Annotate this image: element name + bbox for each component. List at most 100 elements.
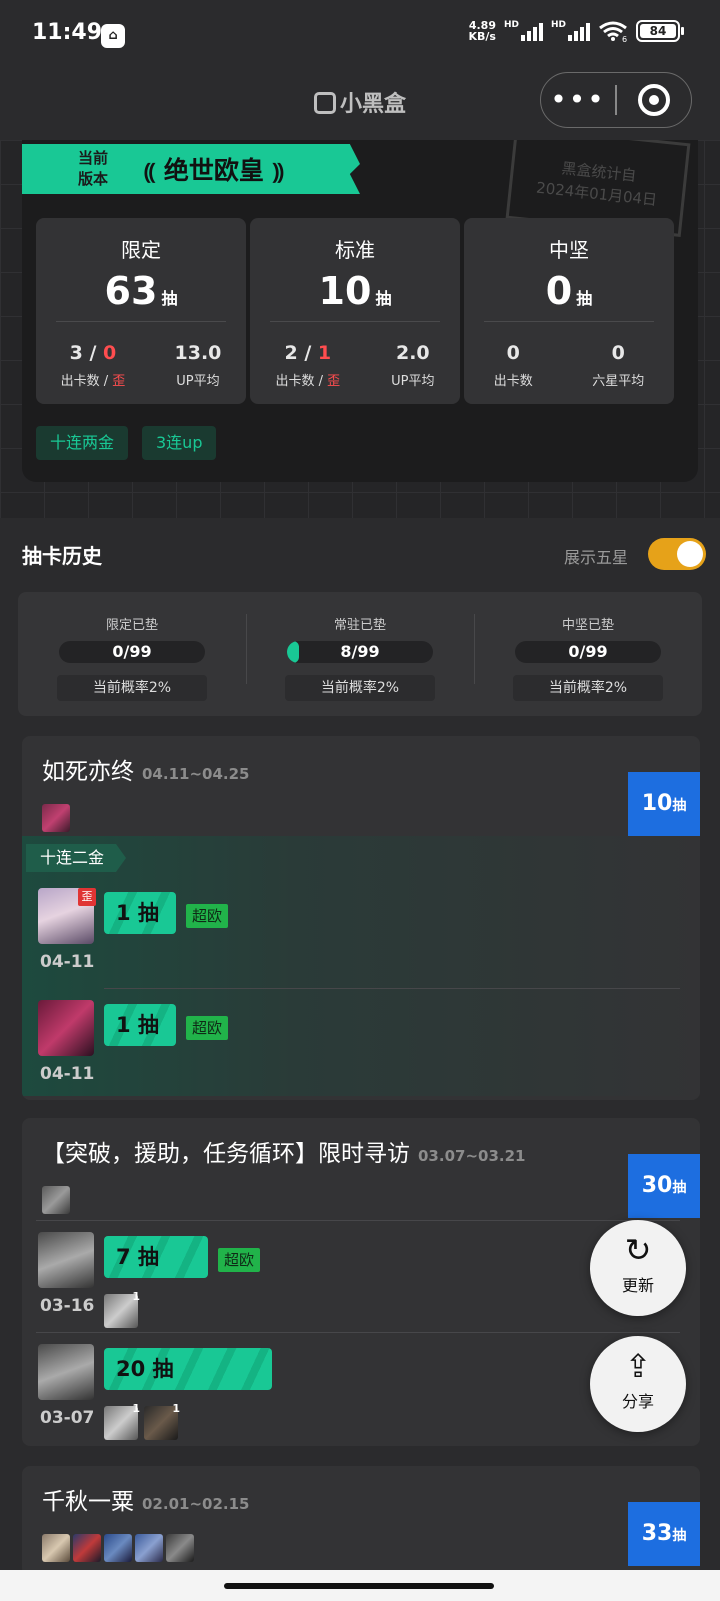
- divider: [56, 321, 226, 322]
- pool-pull-count: 10抽: [628, 772, 700, 836]
- divider: [484, 321, 654, 322]
- stat-obtained: 2 / 1 出卡数 / 歪: [275, 342, 341, 389]
- hd-label-1: HD: [503, 20, 519, 30]
- off-banner-badge: 歪: [78, 888, 96, 906]
- summary-card: 黑盒统计自 2024年01月04日 当前 版本 ⸨ 绝世欧皇 ⸩ 限定 63 抽 …: [22, 140, 698, 482]
- pull-date: 04-11: [40, 952, 95, 972]
- pull-date: 03-16: [40, 1296, 95, 1316]
- divider: [36, 1332, 680, 1333]
- character-thumb: [42, 804, 70, 832]
- five-star-list: 1: [104, 1290, 140, 1328]
- pity-core: 中坚已垫 0/99 当前概率2%: [474, 592, 702, 716]
- stat-count: 0抽: [545, 269, 593, 313]
- character-thumb: [104, 1534, 132, 1562]
- achievement-tag: 十连两金: [36, 426, 129, 460]
- character-avatar: [38, 1344, 94, 1400]
- stat-up-average: 13.0 UP平均: [174, 342, 222, 389]
- status-indicators: 4.89 KB/s HD HD 6 84: [468, 19, 684, 43]
- pool-title: 如死亦终 04.11~04.25: [42, 759, 250, 785]
- ten-pull-tag: 十连二金: [26, 844, 127, 872]
- pity-progress-bar: 8/99: [287, 641, 433, 663]
- stat-card-core: 中坚 0抽 0 出卡数 0 六星平均: [464, 218, 674, 404]
- pull-date: 04-11: [40, 1064, 95, 1084]
- pity-progress-bar: 0/99: [515, 641, 661, 663]
- summary-section: 黑盒统计自 2024年01月04日 当前 版本 ⸨ 绝世欧皇 ⸩ 限定 63 抽 …: [0, 140, 720, 518]
- pull-count-bar: 20 抽: [104, 1348, 272, 1390]
- heybox-app-icon: ⌂: [101, 24, 125, 48]
- status-bar: 11:49 ⌂ 4.89 KB/s HD HD 6 84: [0, 0, 720, 64]
- stat-six-star-average: 0 六星平均: [592, 342, 645, 389]
- character-thumb: [42, 1534, 70, 1562]
- target-icon: [637, 84, 670, 116]
- stat-count: 63 抽: [104, 269, 178, 313]
- five-star-thumb: 1: [104, 1402, 140, 1440]
- pull-count-bar: 7 抽: [104, 1236, 208, 1278]
- pull-date: 03-07: [40, 1408, 95, 1428]
- divider: [104, 988, 680, 989]
- luck-rank-title: ⸨ 绝世欧皇 ⸩: [144, 156, 284, 185]
- five-star-list: 1 1: [104, 1402, 180, 1440]
- signal-icon: [520, 21, 543, 41]
- stat-card-standard: 标准 10 抽 2 / 1 出卡数 / 歪 2.0 UP平均: [250, 218, 460, 404]
- character-thumb: [135, 1534, 163, 1562]
- character-thumb: [42, 1186, 70, 1214]
- stat-obtained: 3 / 0 出卡数 / 歪: [60, 342, 126, 389]
- show-five-star-label: 展示五星: [563, 548, 628, 567]
- ten-pull-section: 十连二金 歪 1 抽 超欧 04-11 1 抽 超欧 04-11: [22, 836, 700, 1096]
- pool-pull-count: 30抽: [628, 1154, 700, 1218]
- stat-up-average: 2.0 UP平均: [391, 342, 435, 389]
- pity-limited: 限定已垫 0/99 当前概率2%: [18, 592, 246, 716]
- show-five-star-toggle[interactable]: [648, 538, 706, 570]
- pool-pull-count: 33抽: [628, 1502, 700, 1566]
- battery-level: 84: [640, 24, 676, 38]
- character-thumb: [166, 1534, 194, 1562]
- history-title: 抽卡历史: [22, 544, 102, 568]
- divider: [36, 1220, 680, 1221]
- divider: [270, 321, 440, 322]
- share-button[interactable]: ⇪ 分享: [590, 1336, 686, 1432]
- luck-badge: 超欧: [218, 1248, 261, 1272]
- pull-entry: 歪 1 抽 超欧 04-11: [22, 876, 700, 988]
- character-avatar: [38, 1000, 94, 1056]
- version-banner: 当前 版本 ⸨ 绝世欧皇 ⸩: [22, 144, 360, 194]
- signal-icon-2: [568, 21, 590, 41]
- laurel-left-icon: ⸨: [144, 160, 156, 185]
- svg-text:6: 6: [622, 35, 627, 42]
- miniprogram-capsule: •••: [540, 72, 692, 128]
- luck-badge: 超欧: [186, 1016, 229, 1040]
- status-time: 11:49: [32, 20, 103, 45]
- wifi-icon: 6: [599, 21, 627, 42]
- pool-card[interactable]: 如死亦终 04.11~04.25 10抽 十连二金 歪 1 抽 超欧 04-11 …: [22, 736, 700, 1100]
- hd-label-2: HD: [550, 20, 566, 30]
- more-menu-button[interactable]: •••: [541, 72, 615, 128]
- share-icon: ⇪: [624, 1347, 652, 1385]
- pool-character-thumbs: [42, 1186, 70, 1214]
- pool-card[interactable]: 千秋一粟 02.01~02.15 33抽: [22, 1466, 700, 1576]
- five-star-thumb: 1: [144, 1402, 180, 1440]
- version-label: 当前 版本: [78, 149, 109, 188]
- battery-icon: 84: [636, 20, 684, 42]
- luck-badge: 超欧: [186, 904, 229, 928]
- heybox-logo-icon: [313, 92, 336, 114]
- network-speed: 4.89 KB/s: [468, 19, 496, 43]
- close-miniprogram-button[interactable]: [617, 84, 691, 116]
- home-indicator[interactable]: [224, 1583, 494, 1589]
- laurel-right-icon: ⸩: [272, 160, 284, 185]
- pull-count-bar: 1 抽: [104, 1004, 176, 1046]
- five-star-thumb: 1: [104, 1290, 140, 1328]
- pity-progress-bar: 0/99: [59, 641, 205, 663]
- pool-character-thumbs: [42, 1534, 194, 1562]
- pool-character-thumbs: [42, 804, 70, 832]
- refresh-icon: ↻: [624, 1231, 652, 1269]
- pity-standard: 常驻已垫 8/99 当前概率2%: [246, 592, 474, 716]
- pity-panel: 限定已垫 0/99 当前概率2% 常驻已垫 8/99 当前概率2% 中坚已垫 0…: [18, 592, 702, 716]
- pool-title: 【突破，援助，任务循环】限时寻访 03.07~03.21: [42, 1141, 526, 1167]
- stat-count: 10 抽: [318, 269, 392, 313]
- character-thumb: [73, 1534, 101, 1562]
- refresh-button[interactable]: ↻ 更新: [590, 1220, 686, 1316]
- pull-entry: 1 抽 超欧 04-11: [22, 988, 700, 1100]
- achievement-tag: 3连up: [142, 426, 217, 460]
- stat-obtained: 0 出卡数: [493, 342, 533, 389]
- pull-count-bar: 1 抽: [104, 892, 176, 934]
- pool-title: 千秋一粟 02.01~02.15: [42, 1489, 250, 1515]
